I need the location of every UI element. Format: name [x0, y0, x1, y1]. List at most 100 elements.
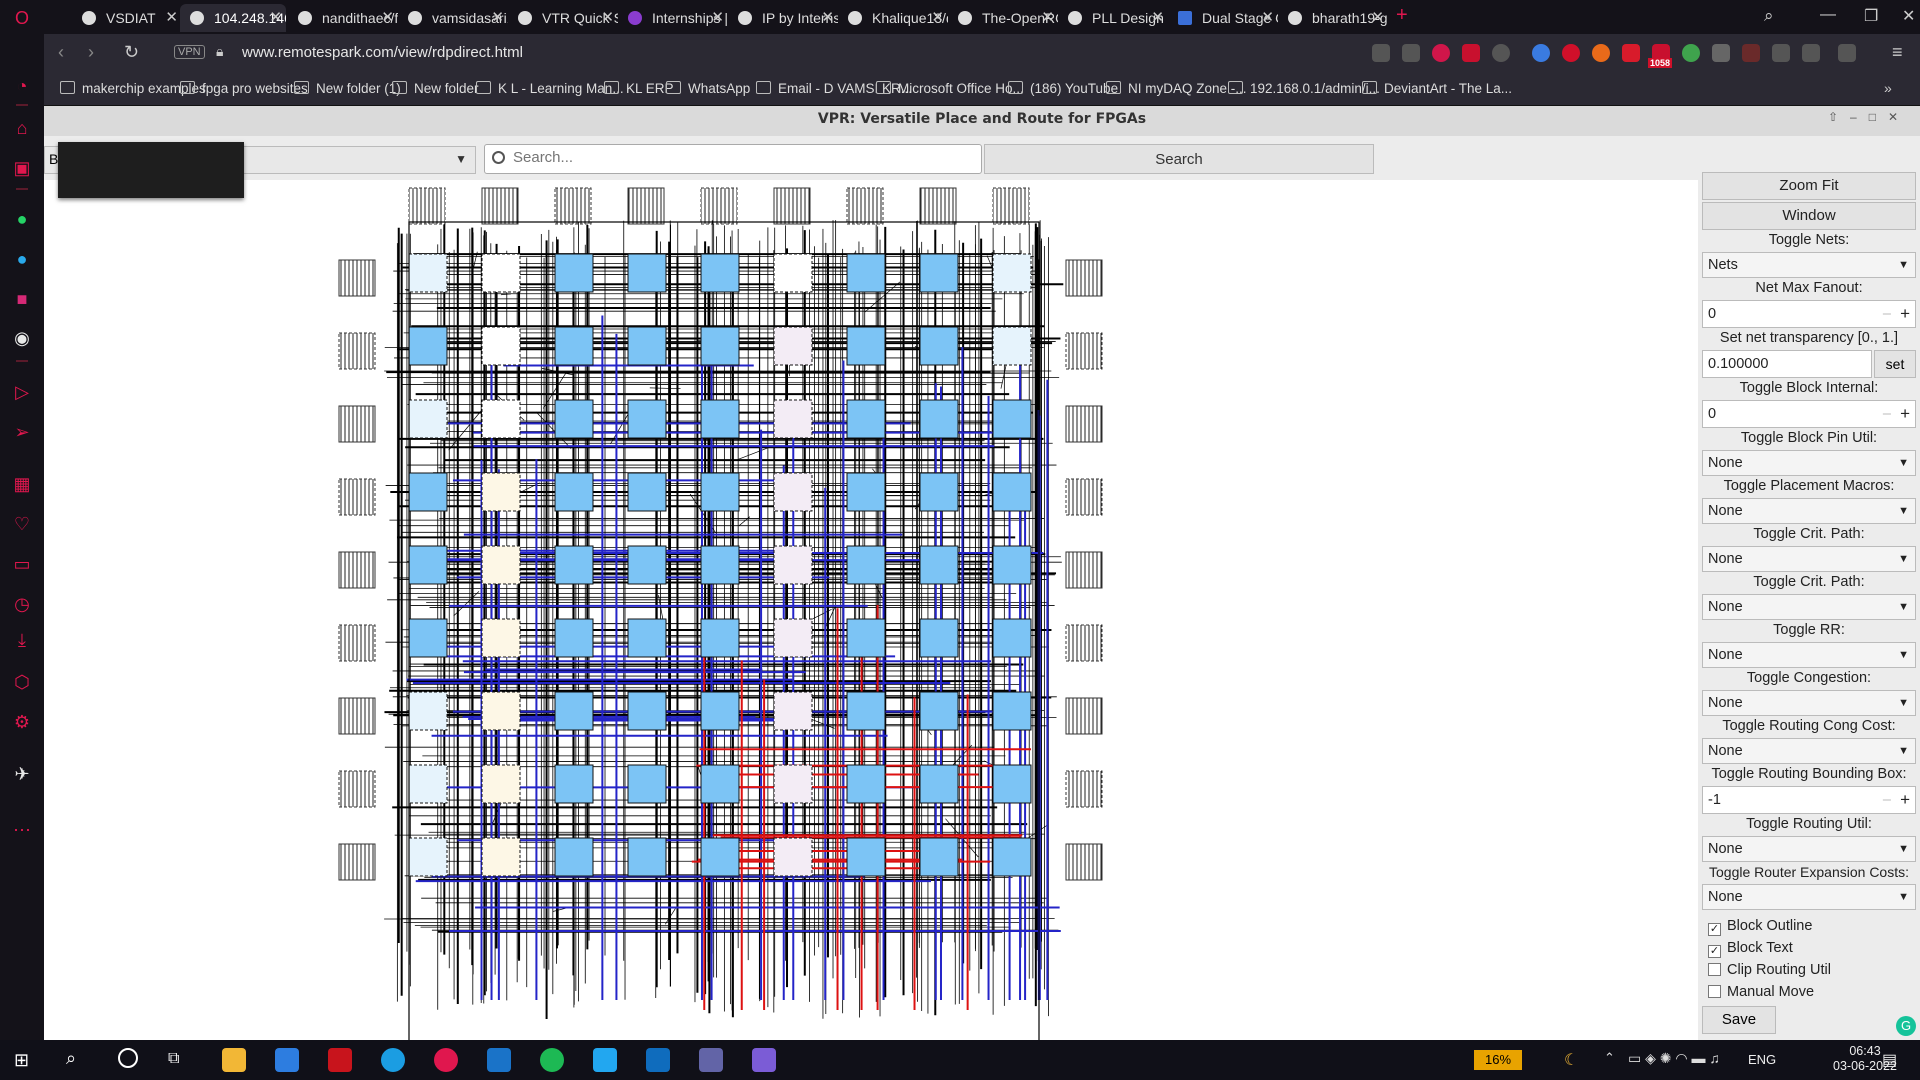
checkbox-unchecked-icon[interactable] — [1708, 985, 1721, 998]
tab-dual-stage[interactable]: Dual Stage C ✕ — [1168, 4, 1278, 32]
opera-logo-icon[interactable]: O — [10, 6, 34, 30]
bookmark-kl-learning[interactable]: K L - Learning Man... — [476, 81, 624, 96]
cube-icon[interactable] — [1772, 44, 1790, 62]
minimize-window-icon[interactable]: — — [1820, 6, 1836, 24]
search-input[interactable] — [513, 149, 963, 166]
close-icon[interactable]: ✕ — [1041, 4, 1054, 32]
block-text-checkbox[interactable]: ✓ Block Text — [1708, 940, 1793, 958]
heart-icon[interactable] — [1492, 44, 1510, 62]
window-controls[interactable]: ⇧–□✕ — [1828, 110, 1910, 124]
url-field[interactable]: www.remotespark.com/view/rdpdirect.html — [242, 44, 523, 61]
notifications-icon[interactable]: ▤ — [1882, 1050, 1897, 1070]
close-window-icon[interactable]: ✕ — [1902, 6, 1915, 26]
extension-icon[interactable] — [1592, 44, 1610, 62]
discord-icon[interactable]: ◉ — [10, 326, 34, 350]
clip-routing-util-checkbox[interactable]: Clip Routing Util — [1708, 962, 1831, 978]
download-icon[interactable] — [1802, 44, 1820, 62]
settings-icon[interactable]: ⚙ — [10, 710, 34, 734]
speed-dial-icon[interactable]: ◔ — [10, 74, 34, 98]
lock-icon[interactable]: 🔒︎ — [216, 43, 223, 60]
file-explorer-icon[interactable] — [222, 1048, 246, 1072]
set-transparency-button[interactable]: set — [1874, 350, 1916, 378]
task-view-icon[interactable]: ⧉ — [168, 1050, 179, 1068]
crit-path-select-2[interactable]: None ▼ — [1702, 594, 1916, 620]
toggle-nets-select[interactable]: Nets ▼ — [1702, 252, 1916, 278]
mail-icon[interactable] — [487, 1048, 511, 1072]
rr-select[interactable]: None ▼ — [1702, 642, 1916, 668]
block-internal-stepper[interactable]: 0– + — [1702, 400, 1916, 428]
crit-path-select[interactable]: None ▼ — [1702, 546, 1916, 572]
twitch-icon[interactable]: ▣ — [10, 156, 34, 180]
telegram-icon[interactable]: ● — [10, 247, 34, 271]
zoom-fit-button[interactable]: Zoom Fit — [1702, 172, 1916, 200]
youtube-icon[interactable] — [1462, 44, 1480, 62]
pocket-icon[interactable] — [1432, 44, 1450, 62]
bookmark-new-folder[interactable]: New folder — [392, 81, 479, 96]
shopping-icon[interactable]: ⌂ — [10, 116, 34, 140]
chevron-up-icon[interactable]: ⌃ — [1604, 1050, 1615, 1066]
history-icon[interactable]: ◷ — [10, 592, 34, 616]
close-icon[interactable]: ✕ — [1261, 4, 1274, 32]
outlook-icon[interactable] — [646, 1048, 670, 1072]
fpga-layout-drawing[interactable] — [44, 180, 1694, 1040]
bookmark-youtube[interactable]: (186) YouTube — [1008, 81, 1118, 96]
search-button[interactable]: Search — [984, 144, 1374, 174]
checkbox-checked-icon[interactable]: ✓ — [1708, 923, 1721, 936]
tab-github-khalique13[interactable]: Khalique13/d ✕ — [838, 4, 948, 32]
bookmark-whatsapp[interactable]: WhatsApp — [666, 81, 750, 96]
camera-icon[interactable] — [1712, 44, 1730, 62]
extensions-icon[interactable]: ⬡ — [10, 670, 34, 694]
block-pin-util-select[interactable]: None ▼ — [1702, 450, 1916, 476]
close-icon[interactable]: ✕ — [269, 4, 282, 32]
manual-move-checkbox[interactable]: Manual Move — [1708, 984, 1814, 1000]
battery-saver-icon[interactable] — [1838, 44, 1856, 62]
bookmark-kl-erp[interactable]: KL ERP — [604, 81, 674, 96]
tab-ip-by-interns[interactable]: IP by Interns ✕ — [728, 4, 838, 32]
bookmark-new-folder-1[interactable]: New folder (1) — [294, 81, 401, 96]
close-icon[interactable]: ✕ — [1371, 4, 1384, 32]
tray-icons[interactable]: ▭ ◈ ✺ ◠ ▬ ♫ — [1628, 1050, 1720, 1067]
language-indicator[interactable]: ENG — [1748, 1052, 1776, 1067]
restore-window-icon[interactable]: ❐ — [1864, 6, 1878, 26]
checkbox-checked-icon[interactable]: ✓ — [1708, 945, 1721, 958]
grammarly-icon[interactable]: G — [1896, 1016, 1916, 1036]
easy-setup-icon[interactable]: ≡ — [1892, 42, 1903, 63]
minus-icon[interactable]: – — [1883, 401, 1891, 427]
net-max-fanout-stepper[interactable]: 0– + — [1702, 300, 1916, 328]
tab-github-vamsidasari[interactable]: vamsidasari1 ✕ — [398, 4, 508, 32]
fpga-canvas[interactable] — [44, 180, 1694, 1040]
acrobat-icon[interactable] — [328, 1048, 352, 1072]
instagram-icon[interactable]: ■ — [10, 287, 34, 311]
player-icon[interactable]: ▷ — [10, 380, 34, 404]
reload-icon[interactable]: ↻ — [124, 42, 139, 63]
tab-pll-design[interactable]: PLL Design u ✕ — [1058, 4, 1168, 32]
close-icon[interactable]: ✕ — [381, 4, 394, 32]
search-box[interactable] — [484, 144, 982, 174]
forward-icon[interactable]: › — [88, 42, 94, 63]
more-bookmarks-icon[interactable]: » — [1884, 80, 1892, 96]
windows-start-icon[interactable]: ⊞ — [14, 1050, 29, 1071]
weather-icon[interactable]: ☾ — [1564, 1050, 1578, 1070]
tab-github-openroad[interactable]: The-OpenRO ✕ — [948, 4, 1058, 32]
spotify-icon[interactable] — [540, 1048, 564, 1072]
snapshot-icon[interactable] — [1402, 44, 1420, 62]
bookmark-router-admin[interactable]: 192.168.0.1/admin/i... — [1228, 81, 1380, 96]
close-icon[interactable]: ✕ — [711, 4, 724, 32]
minus-icon[interactable]: – — [1883, 301, 1891, 327]
close-icon[interactable]: ✕ — [165, 4, 178, 32]
back-icon[interactable]: ‹ — [58, 42, 64, 63]
net-transparency-field[interactable]: 0.100000 — [1702, 350, 1872, 378]
close-icon[interactable]: ✕ — [931, 4, 944, 32]
search-tabs-icon[interactable]: ⌕ — [1764, 6, 1774, 26]
close-icon[interactable]: ✕ — [491, 4, 504, 32]
close-icon[interactable]: ✕ — [1151, 4, 1164, 32]
extension-icon[interactable] — [1532, 44, 1550, 62]
tab-vtr-quick-start[interactable]: VTR Quick St✕ — [508, 4, 618, 32]
bookmark-microsoft-office[interactable]: Microsoft Office Ho... — [876, 81, 1024, 96]
send-icon[interactable]: ➢ — [10, 420, 34, 444]
plus-icon[interactable]: + — [1900, 787, 1910, 813]
minus-icon[interactable]: – — [1883, 787, 1891, 813]
close-icon[interactable]: ✕ — [821, 4, 834, 32]
edge-icon[interactable] — [381, 1048, 405, 1072]
block-outline-checkbox[interactable]: ✓ Block Outline — [1708, 918, 1812, 936]
